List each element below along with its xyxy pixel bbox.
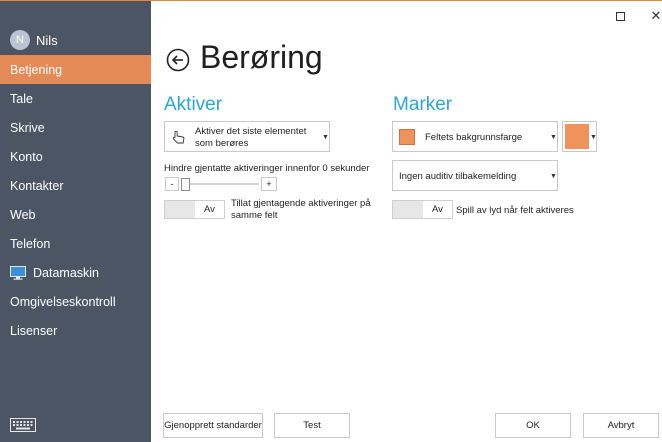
sidebar-item-telefon[interactable]: Telefon	[0, 229, 151, 258]
toggle-state: Av	[432, 204, 443, 215]
restore-defaults-button[interactable]: Gjenopprett standarder	[163, 413, 263, 438]
sidebar-item-label: Web	[10, 207, 36, 222]
toggle-knob	[165, 201, 195, 218]
sidebar-item-label: Konto	[10, 149, 43, 164]
sidebar-item-kontakter[interactable]: Kontakter	[0, 171, 151, 200]
increment-button[interactable]: +	[261, 177, 277, 191]
sidebar-item-label: Omgivelseskontroll	[10, 294, 116, 309]
color-picker-swatch	[565, 124, 589, 149]
sidebar: N Nils Betjening Tale Skrive Konto Konta…	[0, 1, 151, 442]
sidebar-item-omgivelseskontroll[interactable]: Omgivelseskontroll	[0, 287, 151, 316]
chevron-down-icon: ▼	[322, 134, 329, 141]
close-button[interactable]: ✕	[647, 7, 662, 25]
sidebar-item-label: Lisenser	[10, 323, 58, 338]
section-title-marker: Marker	[393, 94, 453, 115]
sidebar-item-datamaskin[interactable]: Datamaskin	[0, 258, 151, 287]
sidebar-item-web[interactable]: Web	[0, 200, 151, 229]
sidebar-item-lisenser[interactable]: Lisenser	[0, 316, 151, 345]
activation-mode-dropdown[interactable]: Aktiver det siste elementet som berøres …	[164, 121, 330, 152]
sidebar-item-label: Kontakter	[10, 178, 64, 193]
settings-window: N Nils Betjening Tale Skrive Konto Konta…	[0, 0, 662, 442]
chevron-down-icon: ▼	[550, 173, 557, 180]
keyboard-icon[interactable]	[10, 418, 36, 432]
highlight-mode-label: Feltets bakgrunnsfarge	[425, 132, 523, 143]
sound-on-activation-label: Spill av lyd når felt aktiveres	[456, 205, 574, 216]
back-arrow-icon[interactable]	[166, 48, 190, 72]
activation-mode-line1: Aktiver det siste elementet	[195, 126, 307, 137]
toggle-state: Av	[204, 204, 215, 215]
color-picker-button[interactable]: ▼	[562, 121, 597, 152]
sidebar-item-tale[interactable]: Tale	[0, 84, 151, 113]
sidebar-item-label: Datamaskin	[33, 265, 99, 280]
audio-feedback-label: Ingen auditiv tilbakemelding	[399, 171, 517, 182]
page-title: Berøring	[200, 39, 323, 75]
sound-on-activation-toggle[interactable]: Av	[392, 200, 453, 219]
cancel-button[interactable]: Avbryt	[583, 413, 659, 438]
maximize-button[interactable]	[611, 7, 629, 25]
user-name: Nils	[36, 32, 58, 48]
sidebar-item-label: Skrive	[10, 120, 45, 135]
maximize-icon	[615, 11, 625, 21]
ok-button[interactable]: OK	[495, 413, 571, 438]
repeat-delay-label: Hindre gjentatte aktiveringer innenfor 0…	[164, 163, 370, 174]
repeat-activation-label-line1: Tillat gjentagende aktiveringer på	[231, 198, 371, 209]
activation-mode-line2: som berøres	[195, 138, 249, 149]
repeat-activation-toggle[interactable]: Av	[164, 200, 225, 219]
highlight-mode-dropdown[interactable]: Feltets bakgrunnsfarge ▼	[392, 121, 558, 152]
user-profile[interactable]: N Nils	[10, 29, 58, 51]
test-button[interactable]: Test	[274, 413, 350, 438]
sidebar-item-label: Tale	[10, 91, 33, 106]
chevron-down-icon: ▼	[550, 134, 557, 141]
avatar: N	[10, 30, 30, 50]
sidebar-item-skrive[interactable]: Skrive	[0, 113, 151, 142]
toggle-knob	[393, 201, 423, 218]
slider-track[interactable]	[187, 183, 259, 185]
chevron-down-icon: ▼	[590, 134, 597, 141]
sidebar-nav: Betjening Tale Skrive Konto Kontakter We…	[0, 55, 151, 345]
sidebar-item-label: Telefon	[10, 236, 51, 251]
section-title-aktiver: Aktiver	[164, 94, 223, 115]
touch-hand-icon	[172, 130, 185, 144]
repeat-activation-label-line2: samme felt	[231, 210, 278, 221]
computer-icon	[10, 265, 26, 280]
sidebar-item-label: Betjening	[10, 62, 63, 77]
slider-thumb[interactable]	[181, 178, 190, 191]
audio-feedback-dropdown[interactable]: Ingen auditiv tilbakemelding ▼	[392, 160, 558, 191]
color-swatch	[399, 129, 415, 145]
sidebar-item-konto[interactable]: Konto	[0, 142, 151, 171]
sidebar-item-betjening[interactable]: Betjening	[0, 55, 151, 84]
close-icon: ✕	[650, 8, 662, 23]
decrement-button[interactable]: -	[165, 177, 179, 191]
